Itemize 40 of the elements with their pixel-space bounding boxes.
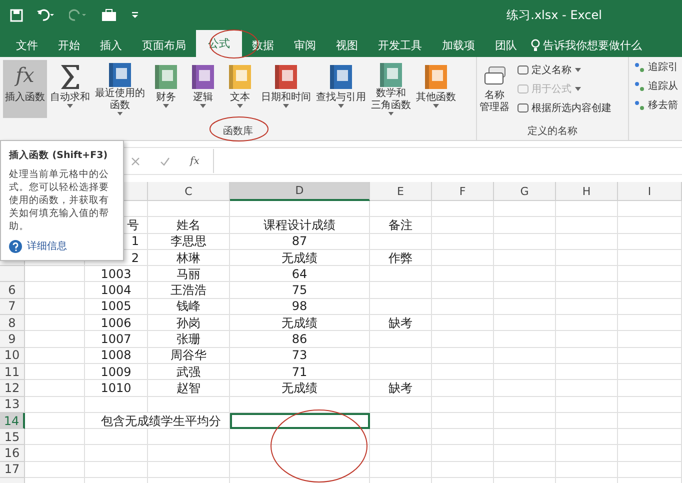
table-cell: 武强: [148, 364, 230, 380]
table-cell: 87: [230, 234, 370, 250]
table-cell: 张珊: [148, 331, 230, 348]
table-cell: 周谷华: [148, 348, 230, 364]
table-cell: 林琳: [148, 250, 230, 266]
table-cell: 赵智: [148, 380, 230, 397]
table-cell: 钱峰: [148, 298, 230, 316]
table-cell: 98: [230, 298, 370, 316]
table-cell: 无成绩: [230, 250, 370, 266]
table-cell: 缺考: [370, 315, 432, 332]
group-label: 定义的名称: [527, 124, 578, 139]
table-cell: 1005: [85, 298, 148, 316]
table-cell: 作弊: [370, 250, 432, 266]
table-cell: 孙岗: [148, 315, 230, 332]
table-cell: 1006: [85, 315, 148, 332]
table-cell: 缺考: [370, 380, 432, 397]
table-cell: 86: [230, 331, 370, 348]
table-cell: 无成绩: [230, 315, 370, 332]
table-cell: 71: [230, 364, 370, 380]
table-cell: 1008: [85, 348, 148, 364]
table-cell: 李思思: [148, 234, 230, 250]
table-cell: 1009: [85, 364, 148, 380]
table-cell: 包含无成绩学生平均分: [85, 412, 230, 430]
tooltip-title: 插入函数 (Shift+F3): [9, 149, 109, 162]
function-icon: fx: [16, 63, 34, 91]
table-cell: 75: [230, 282, 370, 299]
table-cell: 姓名: [148, 217, 230, 234]
table-cell: 64: [230, 266, 370, 282]
table-cell: 73: [230, 348, 370, 364]
table-cell: 王浩浩: [148, 282, 230, 299]
table-cell: 1004: [85, 282, 148, 299]
group-label: 函数库: [222, 124, 253, 139]
table-cell: 无成绩: [230, 380, 370, 397]
table-cell: 1003: [85, 266, 148, 282]
table-cell: 备注: [370, 217, 432, 234]
table-cell: 1007: [85, 331, 148, 348]
table-cell: 马丽: [148, 266, 230, 282]
window-title: 练习.xlsx - Excel: [506, 6, 602, 24]
table-cell: 1010: [85, 380, 148, 397]
table-cell: 课程设计成绩: [230, 217, 370, 234]
